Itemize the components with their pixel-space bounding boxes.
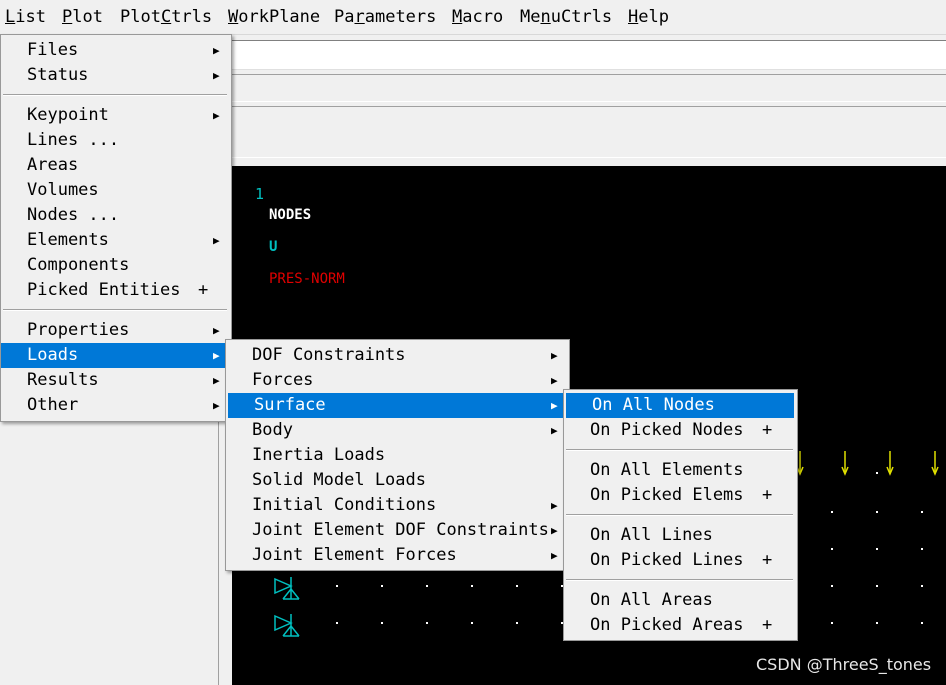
submenu-arrow-icon: ▶ bbox=[213, 349, 220, 362]
submenu-arrow-icon: ▶ bbox=[213, 374, 220, 387]
surface-menu-item-on-picked-nodes[interactable]: On Picked Nodes + bbox=[564, 418, 797, 443]
submenu-arrow-icon: ▶ bbox=[551, 399, 558, 412]
surface-menu-item-on-all-nodes[interactable]: On All Nodes bbox=[566, 393, 794, 418]
node-point bbox=[876, 548, 878, 550]
menu-separator bbox=[3, 94, 227, 96]
node-point bbox=[516, 622, 518, 624]
node-point bbox=[831, 585, 833, 587]
menu-list[interactable]: List bbox=[5, 0, 46, 34]
list-menu-item-lines[interactable]: Lines ... bbox=[1, 128, 231, 153]
list-menu-item-status[interactable]: Status ▶ bbox=[1, 63, 231, 88]
node-point bbox=[876, 472, 878, 474]
node-point bbox=[876, 585, 878, 587]
list-menu-item-elements[interactable]: Elements ▶ bbox=[1, 228, 231, 253]
list-menu-item-nodes[interactable]: Nodes ... bbox=[1, 203, 231, 228]
node-point bbox=[921, 622, 923, 624]
submenu-arrow-icon: ▶ bbox=[213, 399, 220, 412]
node-point bbox=[336, 622, 338, 624]
menu-separator bbox=[3, 309, 227, 311]
surface-menu-item-on-picked-areas[interactable]: On Picked Areas + bbox=[564, 613, 797, 638]
loads-menu-item-joint-element-dof-constraints[interactable]: Joint Element DOF Constraints ▶ bbox=[226, 518, 569, 543]
menu-parameters[interactable]: Parameters bbox=[334, 0, 436, 34]
list-menu-item-files[interactable]: Files ▶ bbox=[1, 38, 231, 63]
list-menu-item-picked-entities[interactable]: Picked Entities + bbox=[1, 278, 231, 303]
submenu-arrow-icon: ▶ bbox=[213, 324, 220, 337]
menu-macro[interactable]: Macro bbox=[452, 0, 503, 34]
menu-help[interactable]: Help bbox=[628, 0, 669, 34]
node-point bbox=[831, 511, 833, 513]
node-point bbox=[921, 511, 923, 513]
node-point bbox=[336, 585, 338, 587]
watermark: CSDN @ThreeS_tones bbox=[756, 655, 932, 674]
list-menu-item-results[interactable]: Results ▶ bbox=[1, 368, 231, 393]
submenu-arrow-icon: ▶ bbox=[213, 69, 220, 82]
surface-menu-item-on-picked-elems[interactable]: On Picked Elems + bbox=[564, 483, 797, 508]
node-point bbox=[381, 585, 383, 587]
loads-menu-item-dof-constraints[interactable]: DOF Constraints ▶ bbox=[226, 343, 569, 368]
submenu-arrow-icon: ▶ bbox=[551, 549, 558, 562]
toolbar-strip bbox=[232, 74, 946, 102]
surface-menu-item-on-all-lines[interactable]: On All Lines bbox=[564, 523, 797, 548]
surface-menu-item-on-all-elements[interactable]: On All Elements bbox=[564, 458, 797, 483]
list-menu-item-keypoint[interactable]: Keypoint ▶ bbox=[1, 103, 231, 128]
list-menu-item-volumes[interactable]: Volumes bbox=[1, 178, 231, 203]
submenu-arrow-icon: ▶ bbox=[213, 109, 220, 122]
loads-menu-item-forces[interactable]: Forces ▶ bbox=[226, 368, 569, 393]
menu-separator bbox=[566, 579, 793, 581]
menu-workplane[interactable]: WorkPlane bbox=[228, 0, 320, 34]
menu-plotctrls[interactable]: PlotCtrls bbox=[120, 0, 212, 34]
node-point bbox=[471, 622, 473, 624]
surface-submenu: On All Nodes On Picked Nodes + On All Ele… bbox=[563, 389, 798, 641]
node-point bbox=[876, 511, 878, 513]
list-menu-item-components[interactable]: Components bbox=[1, 253, 231, 278]
menu-menuctrls[interactable]: MenuCtrls bbox=[520, 0, 612, 34]
list-menu: Files ▶ Status ▶ Keypoint ▶ Lines ... Areas… bbox=[0, 34, 232, 422]
submenu-arrow-icon: ▶ bbox=[551, 349, 558, 362]
node-point bbox=[426, 585, 428, 587]
node-point bbox=[831, 622, 833, 624]
submenu-arrow-icon: ▶ bbox=[213, 44, 220, 57]
menu-bar: List Plot PlotCtrls WorkPlane Parameters… bbox=[0, 0, 946, 35]
constraint-symbol bbox=[274, 577, 300, 600]
node-point bbox=[471, 585, 473, 587]
menu-separator bbox=[566, 449, 793, 451]
list-menu-item-areas[interactable]: Areas bbox=[1, 153, 231, 178]
list-menu-item-properties[interactable]: Properties ▶ bbox=[1, 318, 231, 343]
submenu-arrow-icon: ▶ bbox=[551, 424, 558, 437]
submenu-arrow-icon: ▶ bbox=[551, 524, 558, 537]
loads-menu-item-body[interactable]: Body ▶ bbox=[226, 418, 569, 443]
node-point bbox=[831, 548, 833, 550]
loads-menu-item-solid-model-loads[interactable]: Solid Model Loads bbox=[226, 468, 569, 493]
surface-menu-item-on-picked-lines[interactable]: On Picked Lines + bbox=[564, 548, 797, 573]
constraint-symbol bbox=[274, 614, 300, 637]
list-menu-item-other[interactable]: Other ▶ bbox=[1, 393, 231, 418]
loads-submenu: DOF Constraints ▶ Forces ▶ Surface ▶ Body ▶ … bbox=[225, 339, 570, 571]
loads-menu-item-joint-element-forces[interactable]: Joint Element Forces ▶ bbox=[226, 543, 569, 568]
submenu-arrow-icon: ▶ bbox=[551, 499, 558, 512]
submenu-arrow-icon: ▶ bbox=[551, 374, 558, 387]
toolbar-button-strip bbox=[232, 106, 946, 158]
command-input-field[interactable] bbox=[232, 40, 946, 70]
surface-menu-item-on-all-areas[interactable]: On All Areas bbox=[564, 588, 797, 613]
node-point bbox=[921, 585, 923, 587]
loads-menu-item-surface[interactable]: Surface ▶ bbox=[228, 393, 566, 418]
node-point bbox=[876, 622, 878, 624]
node-point bbox=[426, 622, 428, 624]
menu-separator bbox=[566, 514, 793, 516]
menu-plot[interactable]: Plot bbox=[62, 0, 103, 34]
node-point bbox=[516, 585, 518, 587]
node-point bbox=[921, 548, 923, 550]
loads-menu-item-inertia-loads[interactable]: Inertia Loads bbox=[226, 443, 569, 468]
submenu-arrow-icon: ▶ bbox=[213, 234, 220, 247]
list-menu-item-loads[interactable]: Loads ▶ bbox=[1, 343, 231, 368]
loads-menu-item-initial-conditions[interactable]: Initial Conditions ▶ bbox=[226, 493, 569, 518]
node-point bbox=[381, 622, 383, 624]
